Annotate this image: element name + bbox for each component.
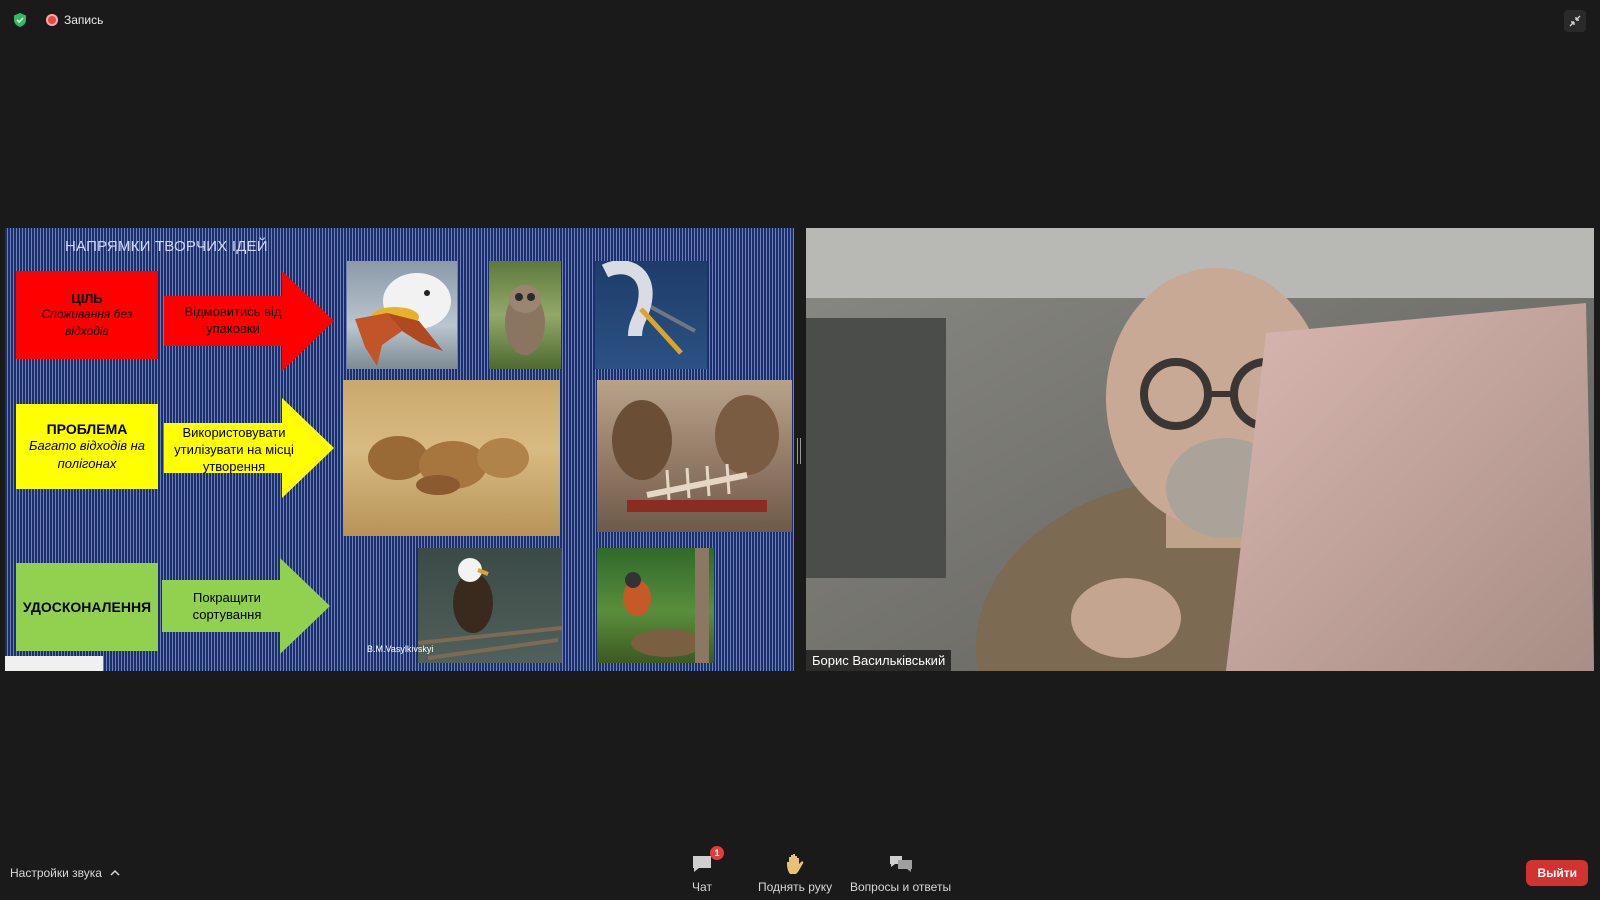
eagle-photo — [418, 548, 562, 663]
qa-icon — [888, 852, 914, 876]
raise-hand-icon — [784, 852, 806, 876]
chat-unread-badge: 1 — [710, 846, 724, 860]
exit-fullscreen-button[interactable] — [1564, 10, 1586, 32]
participant-video-frame — [806, 228, 1594, 671]
participant-name-tag: Борис Васильківський — [806, 650, 952, 671]
improvement-arrow: Покращити сортування — [162, 558, 338, 654]
goal-text: Споживання без відходів — [41, 306, 133, 338]
seagull-starfish-photo — [347, 261, 457, 369]
robin-nest-photo — [597, 548, 714, 663]
vultures-photo — [597, 380, 792, 532]
leave-button[interactable]: Выйти — [1526, 860, 1588, 886]
qa-label: Вопросы и ответы — [850, 880, 952, 894]
presentation-status-bar — [5, 656, 103, 671]
audio-settings-button[interactable]: Настройки звука — [10, 866, 120, 880]
heron-photo — [595, 261, 707, 369]
photo-credit: B.M.Vasylkivskyi — [367, 644, 434, 654]
problem-arrow-text: Використовувати утилізувати на місці утв… — [174, 425, 294, 474]
goal-box: ЦІЛЬ Споживання без відходів — [16, 271, 158, 359]
problem-text: Багато відходів на полігонах — [28, 437, 145, 471]
lions-photo — [343, 380, 560, 536]
chat-label: Чат — [692, 880, 712, 894]
chevron-up-icon — [110, 869, 120, 876]
improvement-box: УДОСКОНАЛЕННЯ — [16, 563, 158, 651]
shared-screen: НАПРЯМКИ ТВОРЧИХ ІДЕЙ ЦІЛЬ Споживання бе… — [5, 228, 794, 671]
record-icon — [46, 14, 58, 26]
raise-hand-button[interactable]: Поднять руку — [758, 852, 832, 894]
recording-label: Запись — [64, 13, 104, 27]
problem-title: ПРОБЛЕМА — [46, 420, 128, 437]
raise-hand-label: Поднять руку — [758, 880, 833, 894]
chat-icon: 1 — [690, 846, 724, 876]
improvement-title: УДОСКОНАЛЕННЯ — [22, 599, 152, 615]
problem-box: ПРОБЛЕМА Багато відходів на полігонах — [16, 404, 158, 489]
top-status-bar: Запись — [10, 10, 111, 30]
shield-icon[interactable] — [10, 10, 30, 30]
resize-divider[interactable] — [797, 438, 801, 464]
participant-video[interactable]: Борис Васильківський — [806, 228, 1594, 671]
problem-arrow: Використовувати утилізувати на місці утв… — [164, 398, 340, 498]
slide-title: НАПРЯМКИ ТВОРЧИХ ІДЕЙ — [65, 238, 268, 255]
audio-settings-label: Настройки звука — [10, 866, 102, 880]
collapse-icon — [1569, 15, 1581, 27]
goal-title: ЦІЛЬ — [71, 290, 103, 306]
owl-photo — [489, 261, 561, 369]
recording-indicator[interactable]: Запись — [38, 11, 111, 29]
goal-arrow: Відмовитись від упаковки — [164, 271, 340, 371]
qa-button[interactable]: Вопросы и ответы — [850, 852, 951, 894]
improvement-arrow-text: Покращити сортування — [192, 590, 262, 622]
chat-button[interactable]: 1 Чат — [690, 846, 724, 894]
goal-arrow-text: Відмовитись від упаковки — [184, 304, 282, 336]
